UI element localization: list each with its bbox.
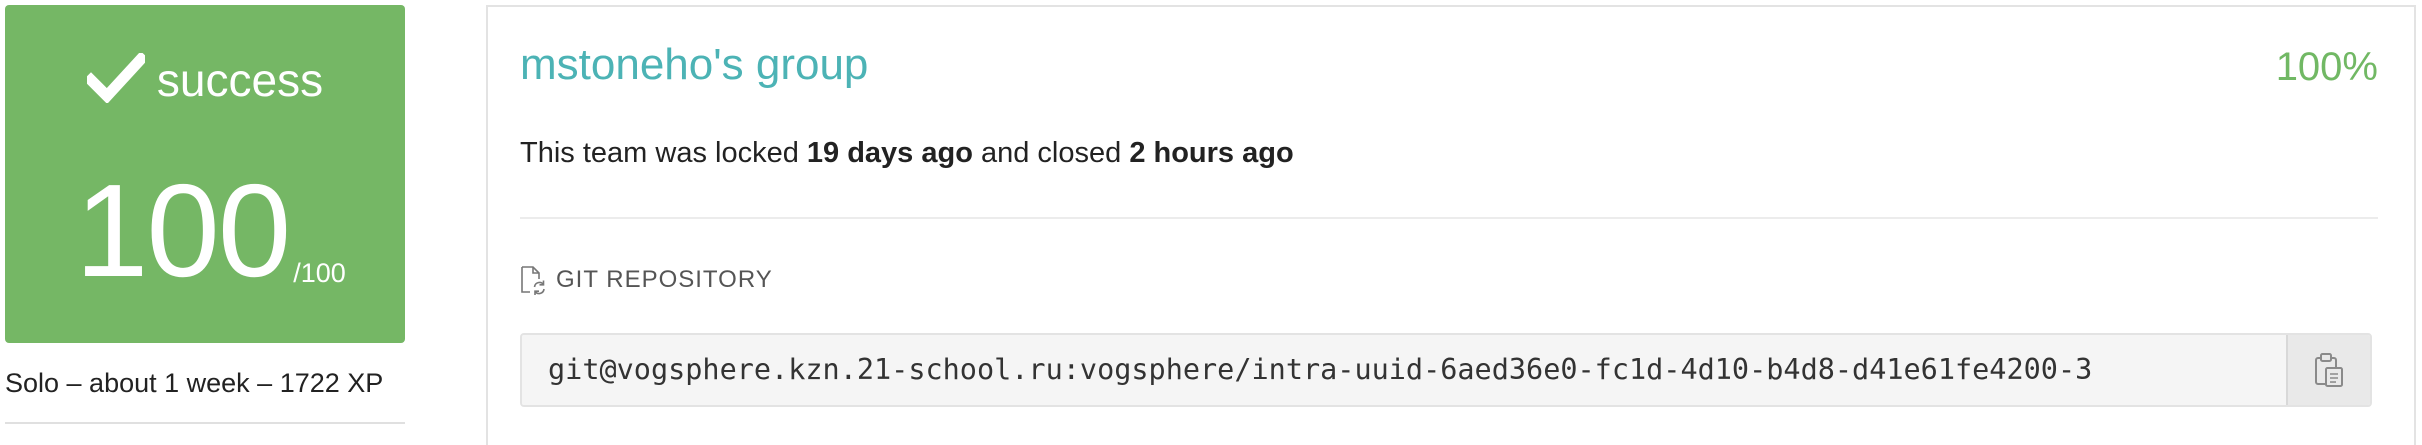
team-percent: 100% — [2275, 45, 2378, 89]
repo-title: GIT REPOSITORY — [556, 266, 773, 293]
project-meta: Solo – about 1 week – 1722 XP — [5, 368, 384, 398]
copy-button[interactable] — [2286, 335, 2370, 405]
score-card: success 100 /100 — [5, 5, 405, 343]
section-divider — [520, 217, 2378, 219]
status-label: success — [156, 54, 324, 106]
check-icon — [86, 53, 145, 103]
clipboard-icon — [2313, 352, 2345, 388]
team-lock-status: This team was locked 19 days ago and clo… — [520, 135, 1294, 171]
repo-header: GIT REPOSITORY — [520, 265, 773, 295]
score-row: 100 /100 — [75, 165, 346, 297]
repo-url-box: git@vogsphere.kzn.21-school.ru:vogsphere… — [520, 333, 2372, 407]
score-value: 100 — [75, 157, 291, 304]
closed-ago: 2 hours ago — [1129, 137, 1294, 169]
team-panel: mstoneho's group 100% This team was lock… — [486, 5, 2416, 445]
locked-ago: 19 days ago — [806, 137, 973, 169]
score-max: /100 — [293, 258, 346, 288]
status-row: success — [5, 53, 405, 103]
left-divider — [5, 422, 405, 424]
lock-middle: and closed — [972, 137, 1130, 169]
team-name[interactable]: mstoneho's group — [520, 39, 868, 91]
repo-url-field[interactable]: git@vogsphere.kzn.21-school.ru:vogsphere… — [522, 335, 2286, 405]
file-sync-icon — [520, 265, 546, 295]
lock-prefix: This team was locked — [520, 137, 807, 169]
